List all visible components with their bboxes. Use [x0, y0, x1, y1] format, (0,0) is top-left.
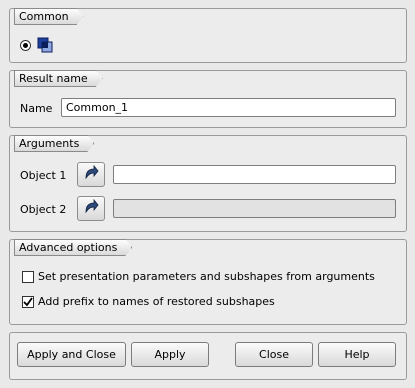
selection-arrow-icon	[83, 198, 99, 218]
arguments-group-title: Arguments	[14, 135, 94, 152]
selection-arrow-icon	[83, 164, 99, 184]
object1-select-button[interactable]	[77, 162, 105, 187]
common-group: Common	[9, 8, 407, 63]
presentation-params-checkbox[interactable]	[22, 271, 34, 283]
result-name-group: Result name Name Common_1	[9, 70, 407, 128]
button-bar: Apply and Close Apply Close Help	[9, 332, 407, 380]
apply-button[interactable]: Apply	[131, 342, 209, 367]
object1-input[interactable]	[113, 165, 396, 184]
add-prefix-label: Add prefix to names of restored subshape…	[38, 295, 275, 308]
common-boolean-icon	[37, 37, 53, 56]
object1-label: Object 1	[20, 169, 67, 182]
apply-and-close-button[interactable]: Apply and Close	[17, 342, 126, 367]
arguments-group: Arguments Object 1 Object 2	[9, 135, 407, 232]
add-prefix-checkbox[interactable]	[22, 296, 34, 308]
common-group-title: Common	[14, 8, 84, 25]
help-button[interactable]: Help	[318, 342, 396, 367]
object2-input[interactable]	[113, 199, 396, 218]
name-input[interactable]: Common_1	[61, 98, 396, 117]
presentation-params-label: Set presentation parameters and subshape…	[38, 270, 375, 283]
close-button[interactable]: Close	[235, 342, 313, 367]
object2-select-button[interactable]	[77, 196, 105, 221]
checkmark-icon	[23, 297, 33, 307]
name-label: Name	[20, 102, 53, 115]
object2-label: Object 2	[20, 203, 67, 216]
advanced-options-group: Advanced options Set presentation parame…	[9, 239, 407, 325]
operation-radio[interactable]	[20, 40, 31, 51]
result-name-group-title: Result name	[14, 70, 103, 87]
advanced-options-group-title: Advanced options	[14, 239, 132, 256]
